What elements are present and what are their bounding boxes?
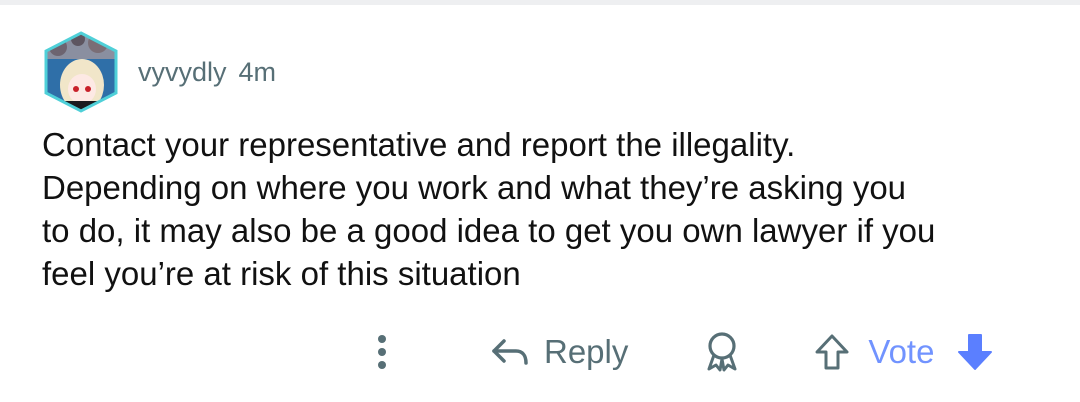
reply-label: Reply	[544, 333, 629, 370]
avatar-icon	[44, 31, 118, 113]
award-icon	[707, 332, 737, 372]
more-options-button[interactable]	[360, 326, 404, 378]
reply-arrow-icon	[492, 339, 528, 365]
reply-button[interactable]: Reply	[490, 333, 628, 371]
upvote-arrow-icon[interactable]	[814, 333, 850, 371]
comment: vyvydly 4m Contact your representative a…	[0, 5, 1080, 402]
username[interactable]: vyvydly	[138, 57, 227, 88]
comment-body: Contact your representative and report t…	[42, 126, 936, 292]
comment-actions: Reply Vote	[360, 321, 1050, 383]
award-button[interactable]	[698, 326, 746, 378]
downvote-button[interactable]	[956, 332, 994, 372]
vote-group: Vote	[814, 332, 994, 372]
downvote-arrow-icon	[958, 334, 993, 370]
more-vertical-icon	[378, 335, 386, 369]
comment-header: vyvydly 4m	[38, 27, 276, 117]
timestamp: 4m	[238, 56, 277, 87]
avatar[interactable]	[38, 29, 124, 115]
vote-label: Vote	[868, 333, 935, 370]
